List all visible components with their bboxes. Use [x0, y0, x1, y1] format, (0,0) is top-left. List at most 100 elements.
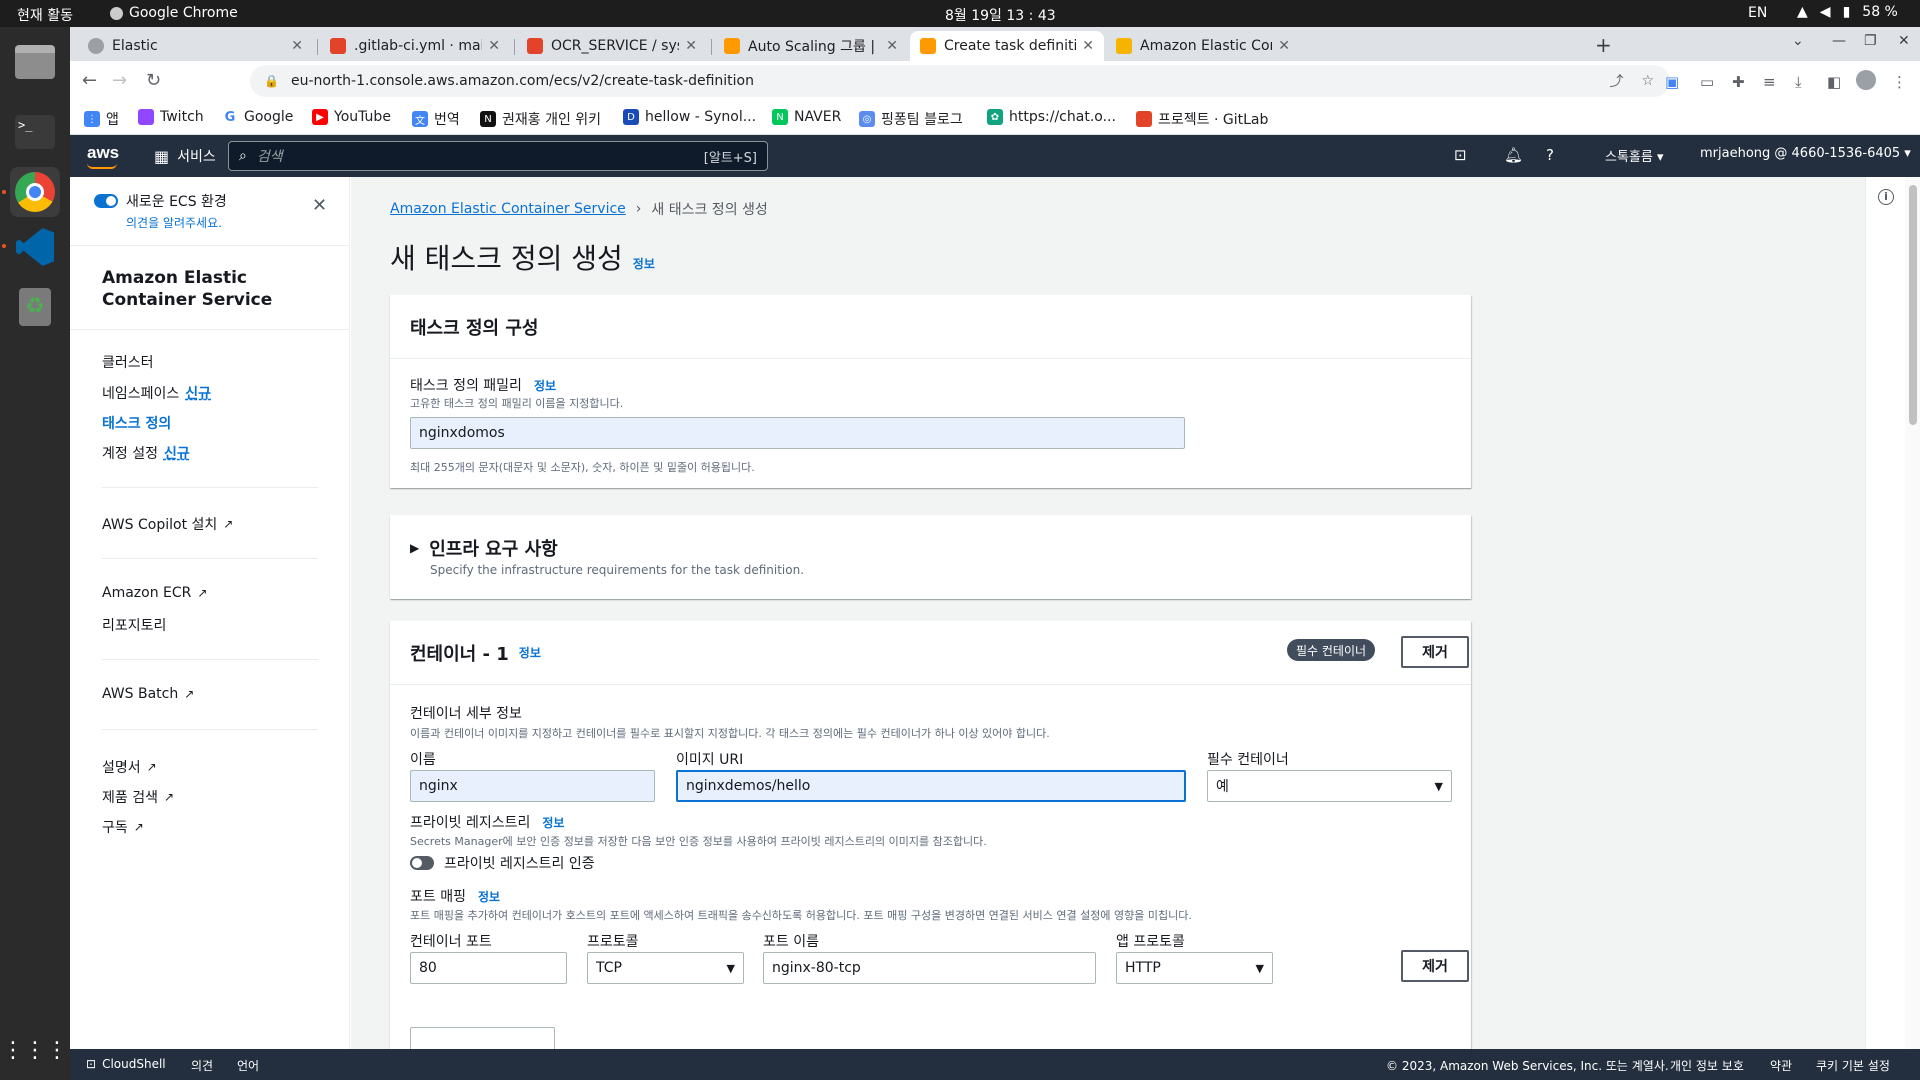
- close-window-icon[interactable]: ✕: [1898, 33, 1910, 49]
- close-icon[interactable]: ✕: [291, 38, 303, 54]
- download-icon[interactable]: ⤓: [1795, 73, 1802, 91]
- infra-expander[interactable]: ▶ 인프라 요구 사항: [410, 535, 558, 561]
- protocol-select[interactable]: TCP ▼: [587, 952, 744, 984]
- extensions-puzzle-icon[interactable]: ✚: [1732, 73, 1745, 91]
- files-icon[interactable]: [10, 37, 60, 87]
- reload-icon[interactable]: ↻: [146, 70, 161, 91]
- scrollbar-thumb[interactable]: [1909, 185, 1917, 425]
- account-menu[interactable]: mrjaehong @ 4660-1536-6405 ▾: [1700, 146, 1911, 161]
- chrome-icon[interactable]: [10, 167, 60, 217]
- show-apps-icon[interactable]: ⋮⋮⋮: [2, 1025, 68, 1075]
- tab-elastic[interactable]: Elastic ✕: [78, 31, 313, 61]
- restore-icon[interactable]: ❐: [1864, 33, 1877, 49]
- search-input[interactable]: ⌕ 검색 [알트+S]: [228, 141, 768, 171]
- info-link[interactable]: 정보: [633, 255, 655, 272]
- bookmark-chatgpt[interactable]: ✿ https://chat.o...: [987, 109, 1116, 125]
- bookmark-youtube[interactable]: ▶ YouTube: [312, 109, 391, 125]
- bookmark-wiki[interactable]: N 권재홍 개인 위키: [480, 109, 601, 129]
- close-icon[interactable]: ✕: [312, 195, 327, 216]
- input-language[interactable]: EN: [1748, 5, 1767, 21]
- sidebar-item-namespaces[interactable]: 네임스페이스 신규: [102, 383, 211, 403]
- app-protocol-select[interactable]: HTTP ▼: [1116, 952, 1273, 984]
- profile-avatar[interactable]: [1856, 70, 1876, 90]
- tab-search-chevron-icon[interactable]: ⌄: [1792, 33, 1804, 49]
- remove-container-button[interactable]: 제거: [1401, 636, 1469, 668]
- activities-button[interactable]: 현재 활동: [17, 5, 73, 25]
- clock[interactable]: 8월 19일 13 : 43: [945, 5, 1056, 25]
- remove-port-button[interactable]: 제거: [1401, 950, 1469, 982]
- back-arrow-icon[interactable]: ←: [82, 70, 97, 91]
- port-name-input[interactable]: nginx-80-tcp: [763, 952, 1096, 984]
- sidebar-item-clusters[interactable]: 클러스터: [102, 352, 154, 372]
- close-icon[interactable]: ✕: [488, 38, 500, 54]
- private-registry-toggle[interactable]: [410, 856, 434, 870]
- close-icon[interactable]: ✕: [886, 38, 898, 54]
- forward-arrow-icon[interactable]: →: [112, 70, 127, 91]
- trash-icon[interactable]: ♻: [10, 282, 60, 332]
- bookmark-blog[interactable]: ◎ 핑퐁팀 블로그: [859, 109, 963, 129]
- bookmark-gitlab[interactable]: 프로젝트 · GitLab: [1136, 109, 1268, 129]
- side-panel-icon[interactable]: ◧: [1827, 73, 1841, 91]
- minimize-icon[interactable]: —: [1832, 33, 1846, 49]
- info-link[interactable]: 정보: [478, 888, 500, 905]
- sidebar-item-copilot[interactable]: AWS Copilot 설치 ↗: [102, 514, 233, 534]
- translate-extension-icon[interactable]: ▣: [1665, 73, 1679, 91]
- tab-amazon-ecs[interactable]: Amazon Elastic Container ✕: [1106, 31, 1300, 61]
- info-link[interactable]: 정보: [534, 377, 556, 394]
- feedback-link[interactable]: 의견을 알려주세요.: [126, 214, 222, 231]
- footer-cookies-link[interactable]: 쿠키 기본 설정: [1816, 1057, 1890, 1074]
- cloudshell-icon[interactable]: ⊡: [1454, 146, 1467, 164]
- system-tray[interactable]: ▲ ◀ ▮ 58 %: [1797, 4, 1898, 20]
- bookmark-star-icon[interactable]: ☆: [1641, 73, 1654, 89]
- sidebar-item-docs[interactable]: 설명서 ↗: [102, 757, 157, 777]
- sidebar-item-account-settings[interactable]: 계정 설정 신규: [102, 443, 190, 463]
- bookmark-synology[interactable]: Dhellow - Synol...: [623, 109, 756, 125]
- cloudshell-button[interactable]: ⊡ CloudShell: [86, 1057, 166, 1071]
- page-scrollbar[interactable]: [1905, 177, 1920, 1049]
- sidebar-item-product-search[interactable]: 제품 검색 ↗: [102, 787, 174, 807]
- info-link[interactable]: 정보: [542, 814, 564, 831]
- cast-extension-icon[interactable]: ▭: [1700, 73, 1714, 91]
- info-link[interactable]: 정보: [519, 644, 541, 661]
- help-icon[interactable]: ?: [1546, 146, 1554, 164]
- footer-language-link[interactable]: 언어: [237, 1057, 259, 1074]
- container-port-input[interactable]: 80: [410, 952, 567, 984]
- aws-logo[interactable]: aws: [87, 143, 119, 169]
- new-experience-toggle[interactable]: [94, 194, 118, 208]
- close-icon[interactable]: ✕: [685, 38, 697, 54]
- bookmark-apps[interactable]: ⋮ 앱: [84, 109, 119, 129]
- bookmark-naver[interactable]: N NAVER: [772, 109, 841, 125]
- app-menu[interactable]: Google Chrome: [110, 5, 238, 21]
- close-icon[interactable]: ✕: [1082, 38, 1094, 54]
- chrome-menu-icon[interactable]: ⋮: [1892, 73, 1907, 91]
- bookmark-twitch[interactable]: Twitch: [138, 109, 204, 125]
- bookmark-google[interactable]: G Google: [222, 109, 293, 125]
- sidebar-item-batch[interactable]: AWS Batch ↗: [102, 686, 194, 702]
- close-icon[interactable]: ✕: [1278, 38, 1290, 54]
- breadcrumb-link[interactable]: Amazon Elastic Container Service: [390, 201, 626, 217]
- tab-auto-scaling[interactable]: Auto Scaling 그룹 | EC2 Ma ✕: [714, 31, 908, 61]
- tab-ocr-service[interactable]: OCR_SERVICE / system_m ✕: [517, 31, 707, 61]
- notifications-bell-icon[interactable]: 🔔︎: [1504, 146, 1523, 164]
- tab-create-task-definition[interactable]: Create task definition | El ✕: [910, 31, 1104, 61]
- essential-select[interactable]: 예 ▼: [1207, 770, 1452, 802]
- footer-terms-link[interactable]: 약관: [1770, 1057, 1792, 1074]
- services-menu[interactable]: ▦ 서비스: [154, 146, 216, 166]
- task-family-input[interactable]: nginxdomos: [410, 417, 1185, 449]
- reading-list-icon[interactable]: ≡: [1763, 73, 1776, 91]
- info-circle-icon[interactable]: i: [1878, 189, 1894, 205]
- footer-feedback-link[interactable]: 의견: [191, 1057, 213, 1074]
- footer-privacy-link[interactable]: 개인 정보 보호: [1670, 1057, 1744, 1074]
- sidebar-item-repositories[interactable]: 리포지토리: [102, 615, 166, 635]
- image-uri-input[interactable]: nginxdemos/hello: [676, 770, 1186, 802]
- region-selector[interactable]: 스톡홀름 ▾: [1605, 146, 1664, 165]
- sidebar-item-ecr[interactable]: Amazon ECR ↗: [102, 585, 207, 601]
- next-field-partial[interactable]: [410, 1027, 555, 1049]
- vscode-icon[interactable]: [10, 222, 60, 272]
- bookmark-translate[interactable]: 文 번역: [412, 109, 460, 129]
- sidebar-item-subscribe[interactable]: 구독 ↗: [102, 817, 144, 837]
- sidebar-item-task-definitions[interactable]: 태스크 정의: [102, 413, 171, 433]
- tab-gitlab-ci[interactable]: .gitlab-ci.yml · main · OCR ✕: [320, 31, 510, 61]
- share-icon[interactable]: ⤴: [1609, 71, 1623, 91]
- container-name-input[interactable]: nginx: [410, 770, 655, 802]
